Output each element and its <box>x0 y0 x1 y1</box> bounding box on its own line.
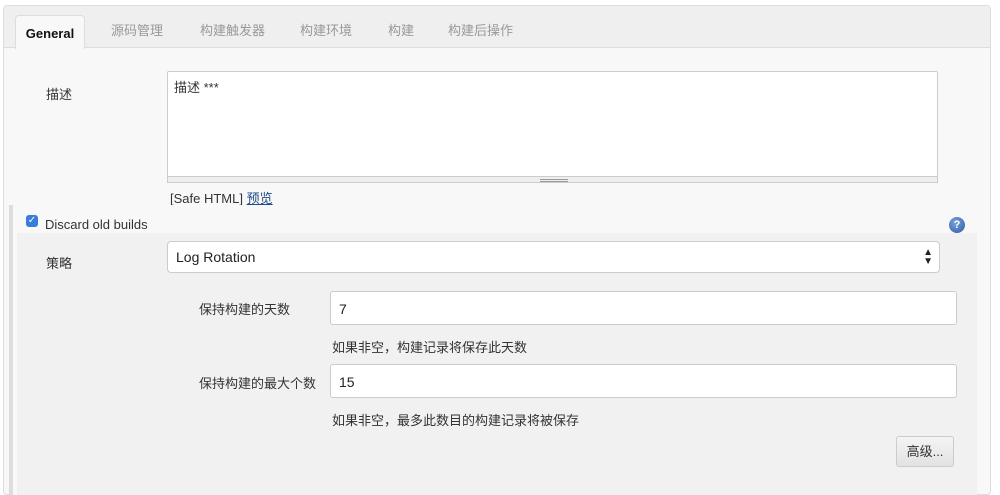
description-input[interactable]: 描述 *** <box>167 71 938 183</box>
textarea-resize-handle[interactable] <box>167 176 938 183</box>
tab-build[interactable]: 构建 <box>388 20 414 39</box>
days-hint: 如果非空，构建记录将保存此天数 <box>332 340 528 355</box>
preview-link[interactable]: 预览 <box>247 191 273 206</box>
select-arrows-icon: ▲ ▼ <box>923 247 933 267</box>
tab-post-build[interactable]: 构建后操作 <box>448 20 513 39</box>
help-icon[interactable]: ? <box>949 217 965 233</box>
max-builds-hint: 如果非空，最多此数目的构建记录将被保存 <box>332 413 580 428</box>
discard-old-builds-label: Discard old builds <box>45 217 148 232</box>
discard-old-builds-checkbox[interactable]: ✓ <box>26 215 38 227</box>
days-to-keep-input[interactable]: 7 <box>330 291 957 325</box>
days-label: 保持构建的天数 <box>199 302 291 317</box>
tab-general[interactable]: General <box>15 15 85 49</box>
description-label: 描述 <box>46 87 73 102</box>
strategy-select[interactable]: Log Rotation ▲ ▼ <box>167 241 940 273</box>
tab-build-triggers[interactable]: 构建触发器 <box>200 20 265 39</box>
tab-build-environment[interactable]: 构建环境 <box>300 20 352 39</box>
tab-bar: General 源码管理 构建触发器 构建环境 构建 构建后操作 <box>4 6 990 49</box>
safe-html-label: [Safe HTML] <box>170 191 243 206</box>
strategy-label: 策略 <box>46 256 73 271</box>
strategy-value: Log Rotation <box>176 249 256 265</box>
max-builds-input[interactable]: 15 <box>330 364 957 398</box>
tab-source-code[interactable]: 源码管理 <box>111 20 163 39</box>
max-builds-label: 保持构建的最大个数 <box>199 376 317 391</box>
advanced-button[interactable]: 高级... <box>896 436 954 467</box>
